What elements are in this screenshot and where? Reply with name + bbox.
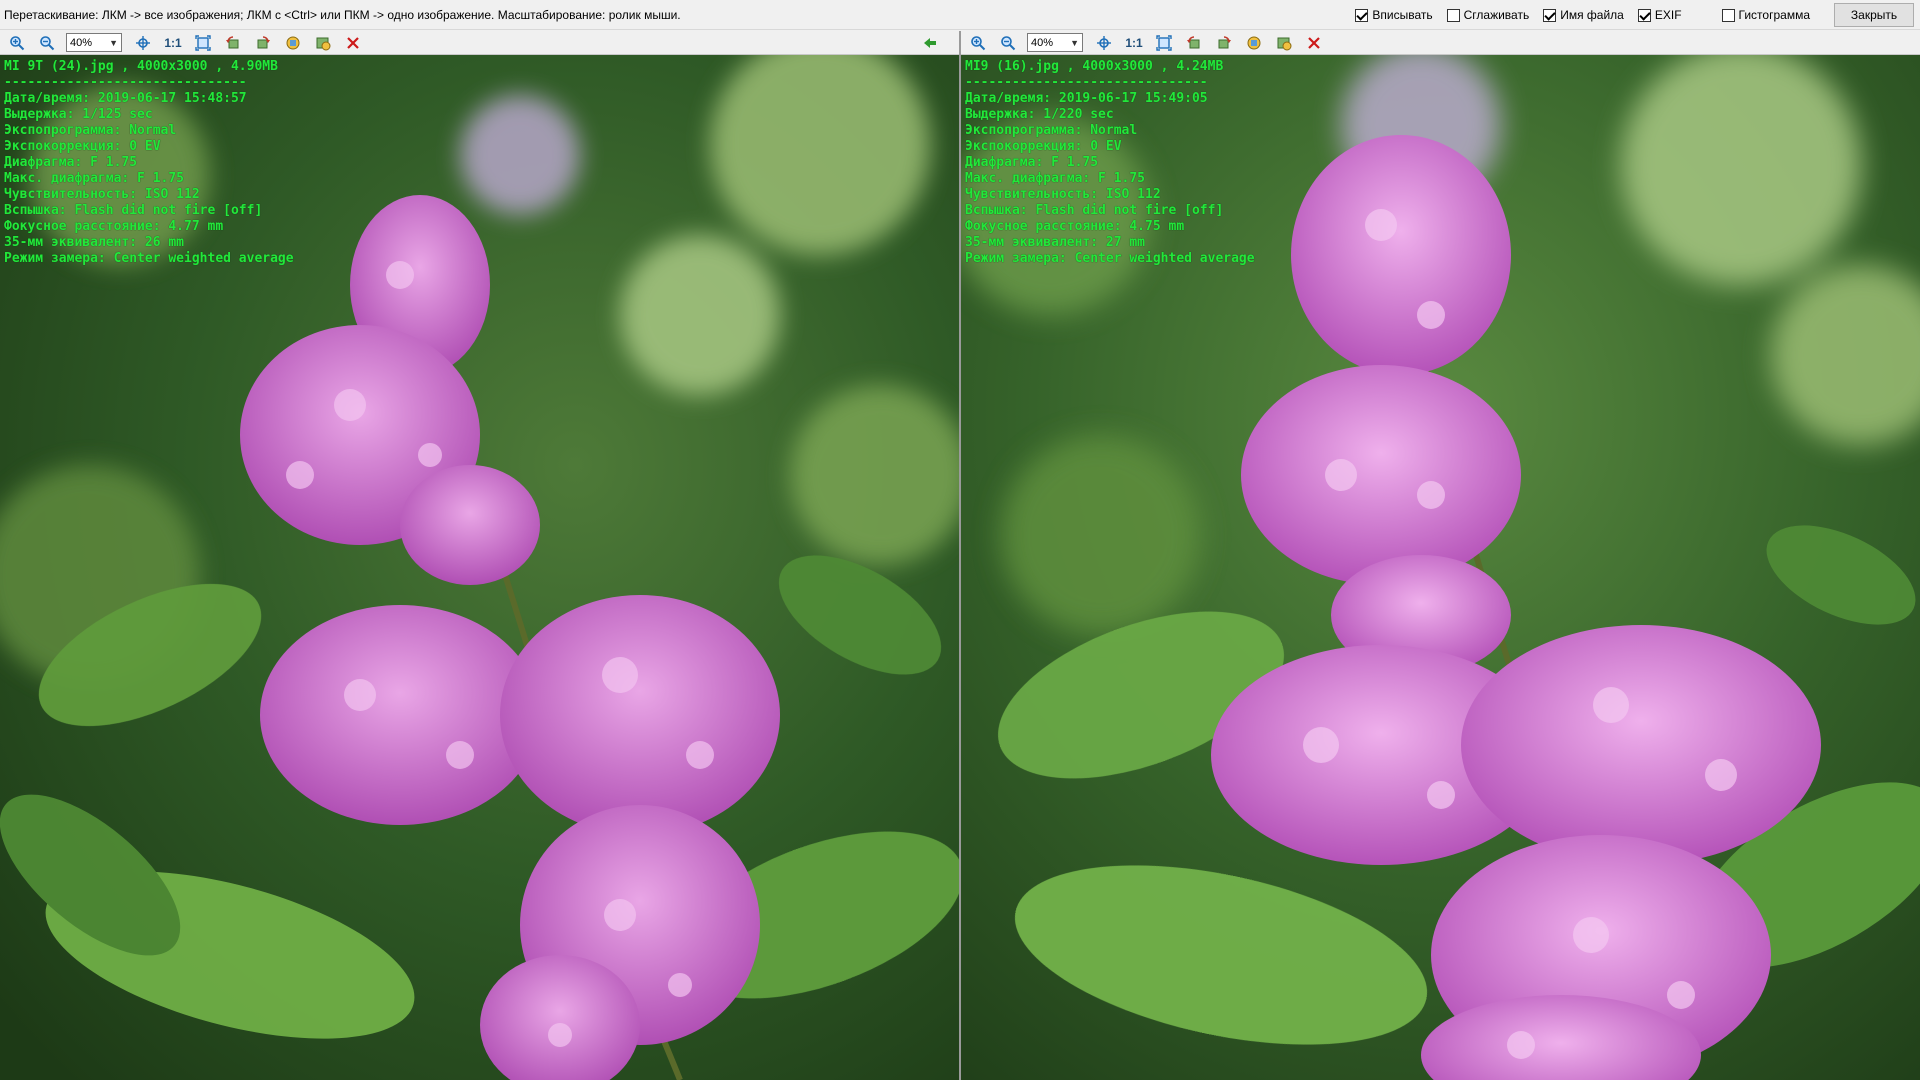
exif-line: Дата/время: 2019-06-17 15:49:05 bbox=[965, 91, 1208, 106]
zoom-select[interactable]: 40% ▼ bbox=[66, 33, 122, 52]
exif-line: 35-мм эквивалент: 26 mm bbox=[4, 235, 185, 250]
option-filename[interactable]: Имя файла bbox=[1543, 8, 1624, 22]
option-fit[interactable]: Вписывать bbox=[1355, 8, 1433, 22]
actual-size-button[interactable]: 1:1 bbox=[162, 33, 184, 53]
fit-crosshair-icon[interactable] bbox=[132, 33, 154, 53]
flip-icon[interactable] bbox=[282, 33, 304, 53]
mouse-hint-text: Перетаскивание: ЛКМ -> все изображения; … bbox=[4, 7, 681, 22]
exif-line: Выдержка: 1/125 sec bbox=[4, 107, 153, 122]
save-image-icon[interactable] bbox=[1273, 33, 1295, 53]
fit-to-window-icon[interactable] bbox=[192, 33, 214, 53]
exif-line: Экспокоррекция: 0 EV bbox=[4, 139, 161, 154]
view-options: Вписывать Сглаживать Имя файла EXIF Гист… bbox=[1355, 0, 1914, 30]
close-button[interactable]: Закрыть bbox=[1834, 3, 1914, 27]
rotate-right-icon[interactable] bbox=[252, 33, 274, 53]
close-icon[interactable] bbox=[342, 33, 364, 53]
option-histogram-label: Гистограмма bbox=[1738, 8, 1810, 22]
exif-line: Вспышка: Flash did not fire [off] bbox=[965, 203, 1224, 218]
zoom-value: 40% bbox=[70, 36, 93, 49]
close-icon[interactable] bbox=[1303, 33, 1325, 53]
fit-to-window-icon[interactable] bbox=[1153, 33, 1175, 53]
rotate-left-icon[interactable] bbox=[222, 33, 244, 53]
option-fit-checkbox[interactable] bbox=[1355, 8, 1369, 22]
exif-overlay-right: MI9 (16).jpg , 4000x3000 , 4.24MB ------… bbox=[965, 59, 1255, 267]
exif-line: Чувствительность: ISO 112 bbox=[965, 187, 1161, 202]
save-image-icon[interactable] bbox=[312, 33, 334, 53]
option-filename-checkbox[interactable] bbox=[1543, 8, 1557, 22]
option-smooth[interactable]: Сглаживать bbox=[1446, 8, 1530, 22]
exif-line: Фокусное расстояние: 4.77 mm bbox=[4, 219, 224, 234]
file-info-header: MI9 (16).jpg , 4000x3000 , 4.24MB bbox=[965, 59, 1224, 74]
exif-line: Фокусное расстояние: 4.75 mm bbox=[965, 219, 1185, 234]
option-exif-checkbox[interactable] bbox=[1637, 8, 1651, 22]
arrow-left-icon[interactable] bbox=[919, 33, 941, 53]
image-view-right[interactable]: MI9 (16).jpg , 4000x3000 , 4.24MB ------… bbox=[961, 55, 1920, 1080]
option-smooth-checkbox[interactable] bbox=[1446, 8, 1460, 22]
zoom-out-icon[interactable] bbox=[36, 33, 58, 53]
pane-toolbar-left: 40% ▼ 1:1 bbox=[0, 31, 959, 55]
image-pane-left: 40% ▼ 1:1 MI 9T (24).jpg , 4000x3000 , 4… bbox=[0, 31, 959, 1080]
rotate-left-icon[interactable] bbox=[1183, 33, 1205, 53]
option-exif[interactable]: EXIF bbox=[1637, 8, 1682, 22]
option-smooth-label: Сглаживать bbox=[1463, 8, 1530, 22]
exif-line: Режим замера: Center weighted average bbox=[965, 251, 1255, 266]
option-exif-label: EXIF bbox=[1654, 8, 1682, 22]
top-options-bar: Перетаскивание: ЛКМ -> все изображения; … bbox=[0, 0, 1920, 30]
image-compare-window: Перетаскивание: ЛКМ -> все изображения; … bbox=[0, 0, 1920, 1080]
chevron-down-icon: ▼ bbox=[109, 37, 118, 48]
exif-line: Экспопрограмма: Normal bbox=[965, 123, 1138, 138]
chevron-down-icon: ▼ bbox=[1070, 37, 1079, 48]
exif-line: Дата/время: 2019-06-17 15:48:57 bbox=[4, 91, 247, 106]
image-view-left[interactable]: MI 9T (24).jpg , 4000x3000 , 4.90MB ----… bbox=[0, 55, 959, 1080]
rotate-right-icon[interactable] bbox=[1213, 33, 1235, 53]
zoom-value: 40% bbox=[1031, 36, 1054, 49]
exif-line: Выдержка: 1/220 sec bbox=[965, 107, 1114, 122]
image-pane-right: 40% ▼ 1:1 MI9 (16).jpg , 4000x3000 , 4.2… bbox=[961, 31, 1920, 1080]
actual-size-button[interactable]: 1:1 bbox=[1123, 33, 1145, 53]
exif-separator: ------------------------------- bbox=[965, 75, 1208, 90]
zoom-in-icon[interactable] bbox=[967, 33, 989, 53]
pane-toolbar-right: 40% ▼ 1:1 bbox=[961, 31, 1920, 55]
exif-line: Макс. диафрагма: F 1.75 bbox=[4, 171, 185, 186]
exif-line: Макс. диафрагма: F 1.75 bbox=[965, 171, 1146, 186]
exif-line: Диафрагма: F 1.75 bbox=[4, 155, 138, 170]
exif-line: Экспокоррекция: 0 EV bbox=[965, 139, 1122, 154]
option-histogram[interactable]: Гистограмма bbox=[1721, 8, 1810, 22]
zoom-out-icon[interactable] bbox=[997, 33, 1019, 53]
exif-line: Экспопрограмма: Normal bbox=[4, 123, 177, 138]
option-histogram-checkbox[interactable] bbox=[1721, 8, 1735, 22]
exif-overlay-left: MI 9T (24).jpg , 4000x3000 , 4.90MB ----… bbox=[4, 59, 294, 267]
zoom-select[interactable]: 40% ▼ bbox=[1027, 33, 1083, 52]
flip-icon[interactable] bbox=[1243, 33, 1265, 53]
option-fit-label: Вписывать bbox=[1372, 8, 1433, 22]
zoom-in-icon[interactable] bbox=[6, 33, 28, 53]
exif-line: Вспышка: Flash did not fire [off] bbox=[4, 203, 263, 218]
fit-crosshair-icon[interactable] bbox=[1093, 33, 1115, 53]
exif-separator: ------------------------------- bbox=[4, 75, 247, 90]
exif-line: Чувствительность: ISO 112 bbox=[4, 187, 200, 202]
option-filename-label: Имя файла bbox=[1560, 8, 1624, 22]
exif-line: Режим замера: Center weighted average bbox=[4, 251, 294, 266]
exif-line: Диафрагма: F 1.75 bbox=[965, 155, 1099, 170]
exif-line: 35-мм эквивалент: 27 mm bbox=[965, 235, 1146, 250]
file-info-header: MI 9T (24).jpg , 4000x3000 , 4.90MB bbox=[4, 59, 278, 74]
